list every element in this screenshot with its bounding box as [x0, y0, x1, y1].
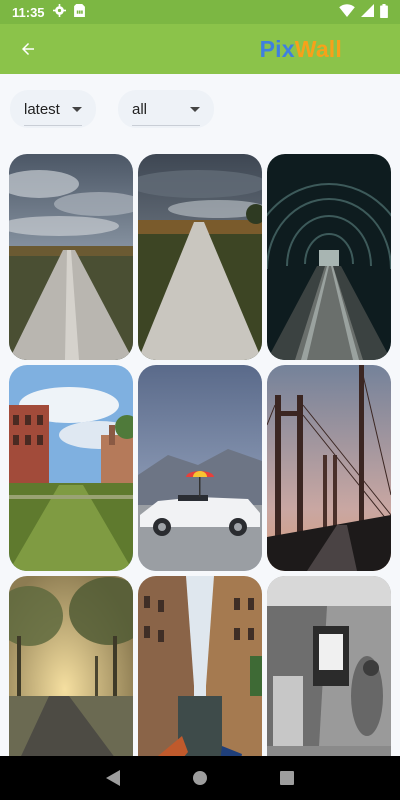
convertible-car-wallpaper [138, 365, 262, 571]
signal-icon [361, 4, 374, 20]
status-right [339, 3, 388, 21]
home-circle-icon [192, 771, 207, 785]
dropdown-underline [24, 125, 82, 126]
wallpaper-tile[interactable] [9, 154, 133, 360]
battery-icon [380, 3, 388, 21]
status-bar: 11:35 [0, 0, 400, 24]
status-time: 11:35 [12, 4, 45, 20]
wallpaper-tile[interactable] [9, 365, 133, 571]
wallpaper-tile[interactable] [138, 365, 262, 571]
sort-dropdown-value: latest [24, 100, 60, 118]
app-logo-part1: Pix [259, 35, 295, 62]
filter-bar: latest all [10, 90, 214, 128]
wallpaper-tile[interactable] [267, 576, 391, 782]
wallpaper-tile[interactable] [138, 154, 262, 360]
misty-tree-road-wallpaper [9, 576, 133, 782]
sim-card-icon [73, 4, 85, 20]
wallpaper-tile[interactable] [267, 154, 391, 360]
category-dropdown-value: all [132, 100, 148, 118]
back-triangle-icon [106, 770, 121, 786]
nav-home-button[interactable] [185, 763, 215, 793]
road-horizon-wallpaper [138, 154, 262, 360]
monochrome-street-wallpaper [267, 576, 391, 782]
tunnel-railway-wallpaper [267, 154, 391, 360]
recents-square-icon [279, 771, 294, 785]
settings-icon [52, 4, 66, 20]
app-logo: PixWall [260, 36, 342, 63]
system-nav-bar [0, 756, 400, 800]
bridge-sunset-wallpaper [267, 365, 391, 571]
category-dropdown[interactable]: all [118, 90, 214, 128]
venice-canal-wallpaper [138, 576, 262, 782]
wallpaper-tile[interactable] [267, 365, 391, 571]
street-buildings-wallpaper [9, 365, 133, 571]
status-left: 11:35 [12, 4, 85, 20]
dropdown-underline [132, 125, 200, 126]
chevron-down-icon [72, 106, 82, 112]
chevron-down-icon [190, 106, 200, 112]
wallpaper-grid [9, 154, 391, 782]
cloudy-road-wallpaper [9, 154, 133, 360]
sort-dropdown[interactable]: latest [10, 90, 96, 128]
app-bar: PixWall [0, 24, 400, 74]
wallpaper-tile[interactable] [9, 576, 133, 782]
arrow-back-icon [22, 43, 34, 55]
nav-recents-button[interactable] [272, 763, 302, 793]
back-button[interactable] [14, 35, 42, 63]
wifi-icon [339, 4, 355, 20]
app-logo-part2: Wall [294, 35, 342, 62]
nav-back-button[interactable] [98, 763, 128, 793]
wallpaper-tile[interactable] [138, 576, 262, 782]
